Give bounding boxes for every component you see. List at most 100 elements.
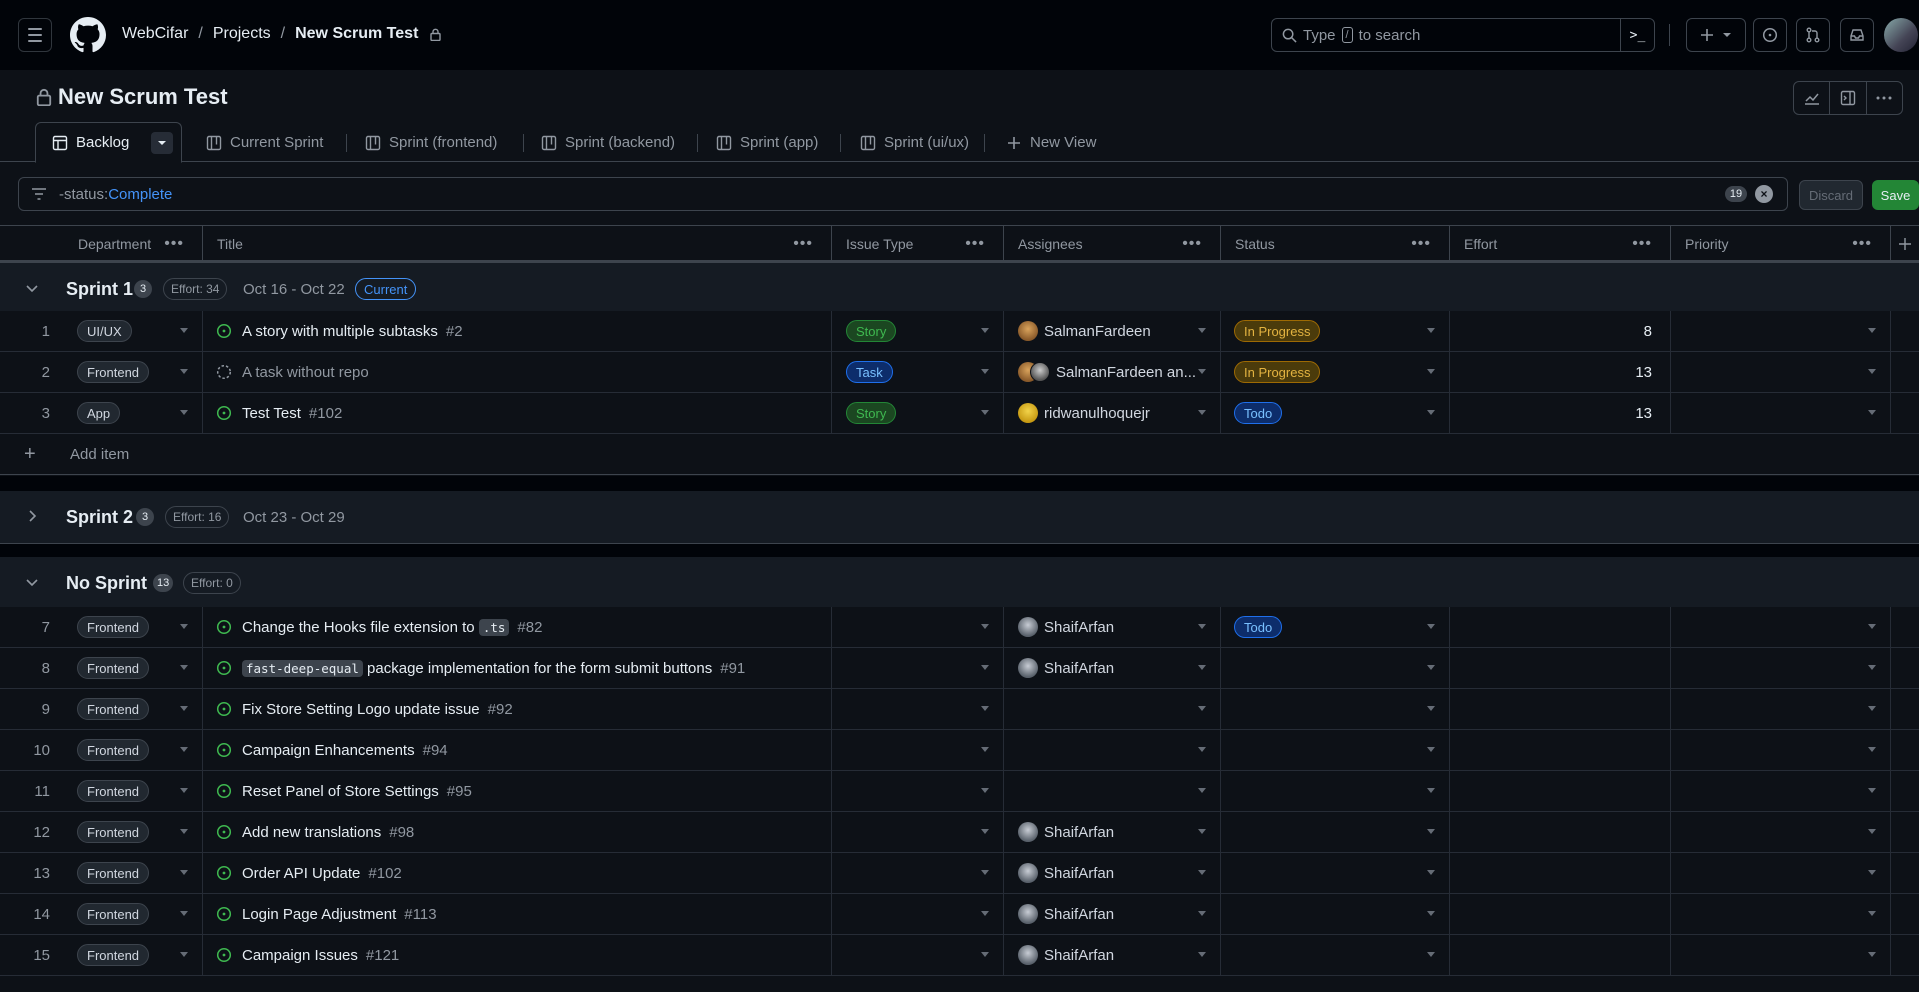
department-cell[interactable]: Frontend [62,812,203,852]
add-field-button[interactable] [1891,226,1919,261]
dropdown-caret-icon[interactable] [1868,952,1876,957]
issue-title-link[interactable]: Campaign Enhancements [242,742,415,759]
issue-title-link[interactable]: Reset Panel of Store Settings [242,783,439,800]
assignees-cell[interactable] [1004,689,1221,729]
status-cell[interactable]: Todo [1221,607,1450,647]
issue-title-link[interactable]: Campaign Issues [242,947,358,964]
column-header-issue-type[interactable]: Issue Type ••• [832,226,1004,261]
effort-cell[interactable] [1450,894,1671,934]
tab-backlog[interactable]: Backlog [35,122,183,163]
tab-current-sprint[interactable]: Current Sprint [206,123,323,162]
issue-title-link[interactable]: Order API Update [242,865,360,882]
command-palette-icon[interactable]: >_ [1620,19,1654,51]
column-menu-icon[interactable]: ••• [1632,235,1652,253]
title-cell[interactable]: Test Test #102 [203,393,832,433]
search-input[interactable]: Type / to search >_ [1271,18,1655,52]
group-header[interactable]: Sprint 1 3 Effort: 34 Oct 16 - Oct 22 Curren… [0,263,1919,316]
effort-cell[interactable]: 13 [1450,393,1671,433]
department-cell[interactable]: Frontend [62,607,203,647]
department-cell[interactable]: Frontend [62,894,203,934]
dropdown-caret-icon[interactable] [1198,665,1206,670]
dropdown-caret-icon[interactable] [981,911,989,916]
status-cell[interactable] [1221,853,1450,893]
group-toggle[interactable] [25,281,39,299]
effort-cell[interactable] [1450,730,1671,770]
dropdown-caret-icon[interactable] [981,665,989,670]
priority-cell[interactable] [1671,607,1891,647]
assignees-cell[interactable]: ShaifArfan [1004,648,1221,688]
dropdown-caret-icon[interactable] [180,410,188,415]
dropdown-caret-icon[interactable] [1198,788,1206,793]
table-row[interactable]: 13 Frontend Order API Update #102 ShaifArfan [0,853,1919,894]
issue-type-cell[interactable]: Story [832,393,1004,433]
dropdown-caret-icon[interactable] [981,706,989,711]
column-menu-icon[interactable]: ••• [793,235,813,253]
column-header-assignees[interactable]: Assignees ••• [1004,226,1221,261]
effort-cell[interactable]: 8 [1450,311,1671,351]
priority-cell[interactable] [1671,648,1891,688]
table-row[interactable]: 7 Frontend Change the Hooks file extension… [0,607,1919,648]
tab-sprint-app[interactable]: Sprint (app) [716,123,818,162]
title-cell[interactable]: Login Page Adjustment #113 [203,894,832,934]
effort-cell[interactable] [1450,853,1671,893]
dropdown-caret-icon[interactable] [180,788,188,793]
effort-cell[interactable]: 13 [1450,352,1671,392]
dropdown-caret-icon[interactable] [180,829,188,834]
priority-cell[interactable] [1671,812,1891,852]
assignees-cell[interactable] [1004,730,1221,770]
priority-cell[interactable] [1671,352,1891,392]
dropdown-caret-icon[interactable] [1868,369,1876,374]
priority-cell[interactable] [1671,771,1891,811]
issue-title-link[interactable]: fast-deep-equal package implementation f… [242,659,712,677]
issue-title-link[interactable]: Change the Hooks file extension to .ts [242,618,510,636]
more-options-button[interactable] [1867,82,1902,114]
assignees-cell[interactable]: ShaifArfan [1004,853,1221,893]
assignees-cell[interactable]: SalmanFardeen [1004,311,1221,351]
column-menu-icon[interactable]: ••• [164,235,184,253]
effort-cell[interactable] [1450,935,1671,975]
column-menu-icon[interactable]: ••• [1852,235,1872,253]
title-cell[interactable]: Campaign Enhancements #94 [203,730,832,770]
clear-filter-icon[interactable]: × [1755,185,1773,203]
table-row[interactable]: 9 Frontend Fix Store Setting Logo update i… [0,689,1919,730]
tab-sprint-frontend[interactable]: Sprint (frontend) [365,123,497,162]
title-cell[interactable]: Reset Panel of Store Settings #95 [203,771,832,811]
insights-button[interactable] [1794,82,1831,114]
new-view-button[interactable]: New View [1006,123,1096,162]
assignees-cell[interactable]: ShaifArfan [1004,607,1221,647]
status-cell[interactable] [1221,935,1450,975]
priority-cell[interactable] [1671,730,1891,770]
dropdown-caret-icon[interactable] [1427,624,1435,629]
issue-title-link[interactable]: A task without repo [242,364,369,381]
title-cell[interactable]: Campaign Issues #121 [203,935,832,975]
department-cell[interactable]: App [62,393,203,433]
dropdown-caret-icon[interactable] [1198,911,1206,916]
priority-cell[interactable] [1671,393,1891,433]
dropdown-caret-icon[interactable] [1868,624,1876,629]
department-cell[interactable]: Frontend [62,935,203,975]
group-header[interactable]: No Sprint 13 Effort: 0 [0,557,1919,610]
status-cell[interactable]: In Progress [1221,352,1450,392]
department-cell[interactable]: UI/UX [62,311,203,351]
status-cell[interactable] [1221,689,1450,729]
dropdown-caret-icon[interactable] [180,747,188,752]
dropdown-caret-icon[interactable] [1868,665,1876,670]
tab-options-button[interactable] [151,131,174,154]
dropdown-caret-icon[interactable] [1427,870,1435,875]
group-toggle[interactable] [25,575,39,593]
dropdown-caret-icon[interactable] [1868,911,1876,916]
dropdown-caret-icon[interactable] [1427,410,1435,415]
status-cell[interactable] [1221,730,1450,770]
dropdown-caret-icon[interactable] [1198,624,1206,629]
dropdown-caret-icon[interactable] [1427,706,1435,711]
dropdown-caret-icon[interactable] [981,624,989,629]
dropdown-caret-icon[interactable] [1198,829,1206,834]
department-cell[interactable]: Frontend [62,352,203,392]
dropdown-caret-icon[interactable] [180,665,188,670]
side-panel-button[interactable] [1830,82,1867,114]
column-menu-icon[interactable]: ••• [1411,235,1431,253]
issue-type-cell[interactable]: Task [832,352,1004,392]
table-row[interactable]: 14 Frontend Login Page Adjustment #113 Shaif… [0,894,1919,935]
issues-button[interactable] [1753,18,1787,52]
issue-type-cell[interactable] [832,894,1004,934]
